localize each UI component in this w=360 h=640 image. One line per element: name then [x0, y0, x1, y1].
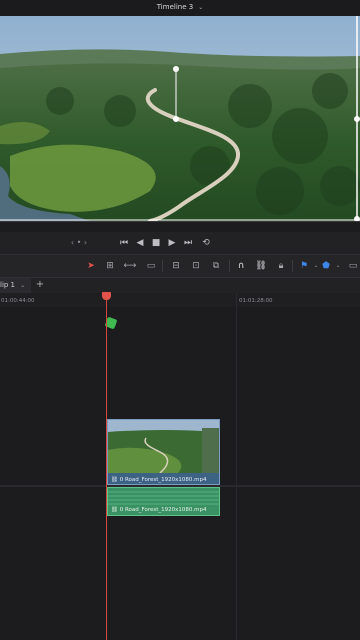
audio-clip-name: 0 Road_Forest_1920x1080.mp4 [119, 507, 207, 513]
stop-icon[interactable]: ■ [149, 232, 163, 254]
jog-indicator[interactable]: ‹ • › [66, 232, 92, 254]
transport-bar: ‹ • › ⏮ ◀ ■ ▶ ⏭ ⟲ [0, 232, 360, 254]
play-icon[interactable]: ▶ [165, 232, 179, 254]
timeline-selector[interactable]: Timeline 3 ⌄ [0, 0, 360, 16]
video-clip-label: ⛓ 0 Road_Forest_1920x1080.mp4 [111, 477, 207, 483]
loop-icon[interactable]: ⟲ [199, 232, 213, 254]
lock-icon[interactable]: 🔒︎ [274, 259, 288, 273]
audio-clip-label: ⛓ 0 Road_Forest_1920x1080.mp4 [111, 507, 207, 513]
trim-icon[interactable]: ⊞ [103, 259, 117, 273]
marker-dropdown-icon[interactable]: ⌄ [331, 259, 345, 273]
link-icon[interactable]: ⛓ [254, 259, 268, 273]
edit-toolbar: ➤ ⊞ ⟷ ▭ ⊟ ⊡ ⧉ ∩ ⛓ 🔒︎ ⚑ ⌄ ⬟ ⌄ ▭ [0, 254, 360, 277]
select-icon[interactable]: ➤ [84, 259, 98, 273]
insert-icon[interactable]: ⊟ [169, 259, 183, 273]
timeline-tab[interactable]: lip 1 ⌄ [0, 278, 32, 293]
toolbar-divider [229, 260, 230, 272]
ruler-timecode: 01:01:28:00 [239, 298, 273, 304]
timeline-tab-row: lip 1 ⌄ + [0, 277, 360, 293]
dynamic-trim-icon[interactable]: ⟷ [123, 259, 137, 273]
overwrite-icon[interactable]: ⊡ [189, 259, 203, 273]
playhead-handle[interactable] [102, 292, 111, 300]
viewer-bottom-strip [0, 221, 360, 232]
timeline-tab-label: lip 1 [0, 281, 16, 289]
video-clip-name: 0 Road_Forest_1920x1080.mp4 [119, 477, 207, 483]
clip-thumbnail [108, 420, 219, 473]
video-clip[interactable]: ⛓ 0 Road_Forest_1920x1080.mp4 [107, 419, 220, 485]
playhead-line[interactable] [106, 293, 107, 640]
chevron-down-icon: ⌄ [198, 4, 204, 11]
audio-clip[interactable]: ⛓ 0 Road_Forest_1920x1080.mp4 [107, 487, 220, 516]
snapping-icon[interactable]: ∩ [234, 259, 248, 273]
viewer[interactable] [0, 16, 360, 221]
audio-waveform [108, 490, 219, 505]
blade-icon[interactable]: ▭ [144, 259, 158, 273]
timecode-ruler[interactable]: 01:00:44:00 01:01:28:00 [0, 293, 360, 308]
toolbar-divider [162, 260, 163, 272]
skip-to-end-icon[interactable]: ⏭ [181, 232, 195, 254]
step-back-icon[interactable]: ◀ [133, 232, 147, 254]
timeline-title: Timeline 3 [156, 3, 194, 11]
ruler-timecode: 01:00:44:00 [1, 298, 35, 304]
chevron-down-icon: ⌄ [20, 282, 26, 289]
zoom-icon[interactable]: ▭ [346, 259, 360, 273]
grid-line [236, 293, 237, 640]
replace-icon[interactable]: ⧉ [209, 259, 223, 273]
viewer-frame [0, 16, 360, 221]
add-tab-button[interactable]: + [34, 278, 46, 293]
skip-to-start-icon[interactable]: ⏮ [117, 232, 131, 254]
toolbar-divider [292, 260, 293, 272]
